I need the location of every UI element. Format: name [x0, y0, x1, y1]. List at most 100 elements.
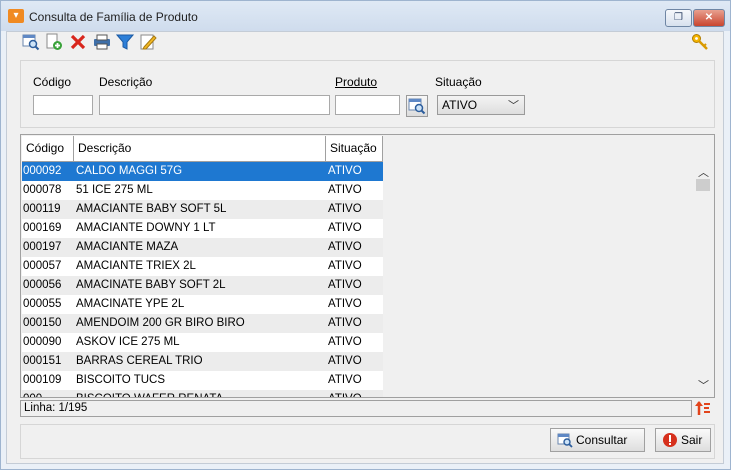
cell-codigo: 000151: [23, 355, 62, 367]
print-icon[interactable]: [93, 33, 111, 51]
table-row[interactable]: 000169 AMACIANTE DOWNY 1 LT ATIVO: [22, 219, 383, 238]
table-row[interactable]: 000078 51 ICE 275 ML ATIVO: [22, 181, 383, 200]
produto-label[interactable]: Produto: [335, 75, 377, 89]
delete-icon[interactable]: [69, 33, 87, 51]
cell-descricao: AMACIANTE MAZA: [76, 241, 179, 253]
sair-label: Sair: [681, 433, 703, 447]
cell-codigo: 000150: [23, 317, 62, 329]
filter-panel: Código Descrição Produto Situação ATIVO …: [20, 60, 715, 128]
window-title: Consulta de Família de Produto: [29, 10, 198, 24]
add-icon[interactable]: [45, 33, 63, 51]
situacao-value: ATIVO: [442, 98, 478, 112]
cell-situacao: ATIVO: [328, 298, 362, 310]
cell-descricao: AMACIANTE BABY SOFT 5L: [76, 203, 227, 215]
codigo-input[interactable]: [33, 95, 93, 115]
table-row[interactable]: 000151 BARRAS CEREAL TRIO ATIVO: [22, 352, 383, 371]
cell-codigo: 000078: [23, 184, 62, 196]
column-header-descricao[interactable]: Descrição: [74, 136, 326, 161]
sort-icon[interactable]: [695, 400, 711, 416]
descricao-label: Descrição: [99, 75, 153, 89]
cell-descricao: BISCOITO WAFER RENATA: [75, 390, 324, 397]
cell-codigo: 000057: [23, 260, 62, 272]
table-row[interactable]: 000057 AMACIANTE TRIEX 2L ATIVO: [22, 257, 383, 276]
cell-codigo: 000109: [23, 374, 62, 386]
cell-codigo: 000197: [23, 241, 62, 253]
status-bar: Linha: 1/195: [20, 400, 692, 417]
cell-situacao: ATIVO: [328, 165, 362, 177]
client-area: Código Descrição Produto Situação ATIVO …: [6, 31, 724, 464]
scroll-down-icon[interactable]: ﹀: [698, 377, 709, 393]
cell-codigo: 000169: [23, 222, 62, 234]
cell-descricao: AMENDOIM 200 GR BIRO BIRO: [76, 317, 245, 329]
cell-codigo: 000055: [23, 298, 62, 310]
table-row[interactable]: 000109 BISCOITO TUCS ATIVO: [22, 371, 383, 390]
filter-icon[interactable]: [115, 33, 135, 51]
close-button[interactable]: ✕: [693, 9, 725, 27]
column-header-codigo[interactable]: Código: [22, 136, 74, 161]
cell-descricao: AMACINATE YPE 2L: [76, 298, 185, 310]
cell-descricao: CALDO MAGGI 57G: [76, 165, 183, 177]
grid-rows: 000092 CALDO MAGGI 57G ATIVO 000078 51 ICE 2…: [22, 162, 384, 397]
cell-descricao: ASKOV ICE 275 ML: [76, 336, 180, 348]
cell-descricao: AMACIANTE DOWNY 1 LT: [76, 222, 216, 234]
cell-codigo: 000119: [23, 203, 61, 215]
table-row[interactable]: 000197 AMACIANTE MAZA ATIVO: [22, 238, 383, 257]
cell-situacao: ATIVO: [328, 241, 362, 253]
grid-table: Código Descrição Situação 000092 CALDO MA…: [22, 136, 384, 397]
cell-situacao: ATIVO: [328, 317, 362, 329]
app-icon[interactable]: ▾: [8, 9, 24, 23]
table-row-selected[interactable]: 000092 CALDO MAGGI 57G ATIVO: [22, 162, 383, 181]
cell-situacao: ATIVO: [327, 390, 384, 397]
cell-situacao: ATIVO: [328, 222, 362, 234]
chevron-down-icon: ﹀: [508, 100, 519, 112]
situacao-label: Situação: [435, 75, 482, 89]
consultar-button[interactable]: Consultar: [550, 428, 645, 452]
cell-codigo: 000090: [23, 336, 62, 348]
grid-header: Código Descrição Situação: [22, 136, 383, 162]
table-row[interactable]: 000090 ASKOV ICE 275 ML ATIVO: [22, 333, 383, 352]
column-header-situacao[interactable]: Situação: [326, 136, 383, 161]
row-counter: Linha: 1/195: [24, 402, 88, 414]
title-bar[interactable]: ▾ Consulta de Família de Produto ❐ ✕: [1, 1, 730, 31]
edit-icon[interactable]: [139, 33, 157, 51]
consult-icon: [557, 433, 573, 448]
cell-situacao: ATIVO: [328, 184, 362, 196]
cell-descricao: BISCOITO TUCS: [76, 374, 166, 386]
cell-descricao: BARRAS CEREAL TRIO: [76, 355, 203, 367]
situacao-select[interactable]: ATIVO ﹀: [437, 95, 525, 115]
cell-descricao: AMACIANTE TRIEX 2L: [76, 260, 196, 272]
descricao-input[interactable]: [99, 95, 330, 115]
cell-situacao: ATIVO: [328, 279, 362, 291]
cell-descricao: 51 ICE 275 ML: [76, 184, 153, 196]
table-row[interactable]: 000055 AMACINATE YPE 2L ATIVO: [22, 295, 383, 314]
consultar-label: Consultar: [576, 433, 628, 447]
table-row[interactable]: 000056 AMACINATE BABY SOFT 2L ATIVO: [22, 276, 383, 295]
cell-situacao: ATIVO: [328, 260, 362, 272]
cell-codigo: 000...: [22, 390, 73, 397]
key-icon[interactable]: [691, 33, 709, 51]
vertical-scrollbar[interactable]: ︿ ﹀: [695, 162, 712, 395]
restore-button[interactable]: ❐: [665, 9, 692, 27]
cell-situacao: ATIVO: [328, 374, 362, 386]
cell-descricao: AMACINATE BABY SOFT 2L: [76, 279, 226, 291]
cell-situacao: ATIVO: [328, 336, 362, 348]
produto-lookup-button[interactable]: [406, 95, 428, 117]
table-row[interactable]: 000...BISCOITO WAFER RENATAATIVO: [22, 390, 384, 397]
lookup-icon: [408, 98, 426, 115]
action-bar: Consultar Sair: [20, 424, 715, 459]
cell-codigo: 000056: [23, 279, 62, 291]
table-row[interactable]: 000150 AMENDOIM 200 GR BIRO BIRO ATIVO: [22, 314, 383, 333]
exit-icon: [663, 433, 677, 447]
main-window: ▾ Consulta de Família de Produto ❐ ✕ Cód…: [0, 0, 731, 470]
produto-input[interactable]: [335, 95, 400, 115]
table-row[interactable]: 000119 AMACIANTE BABY SOFT 5L ATIVO: [22, 200, 383, 219]
sair-button[interactable]: Sair: [655, 428, 711, 452]
cell-situacao: ATIVO: [328, 355, 362, 367]
scroll-up-icon[interactable]: ︿: [698, 164, 709, 180]
scroll-thumb[interactable]: [696, 179, 710, 191]
cell-situacao: ATIVO: [328, 203, 362, 215]
search-icon[interactable]: [22, 33, 40, 51]
cell-codigo: 000092: [23, 165, 62, 177]
results-grid[interactable]: Código Descrição Situação 000092 CALDO MA…: [20, 134, 715, 398]
codigo-label: Código: [33, 75, 72, 89]
